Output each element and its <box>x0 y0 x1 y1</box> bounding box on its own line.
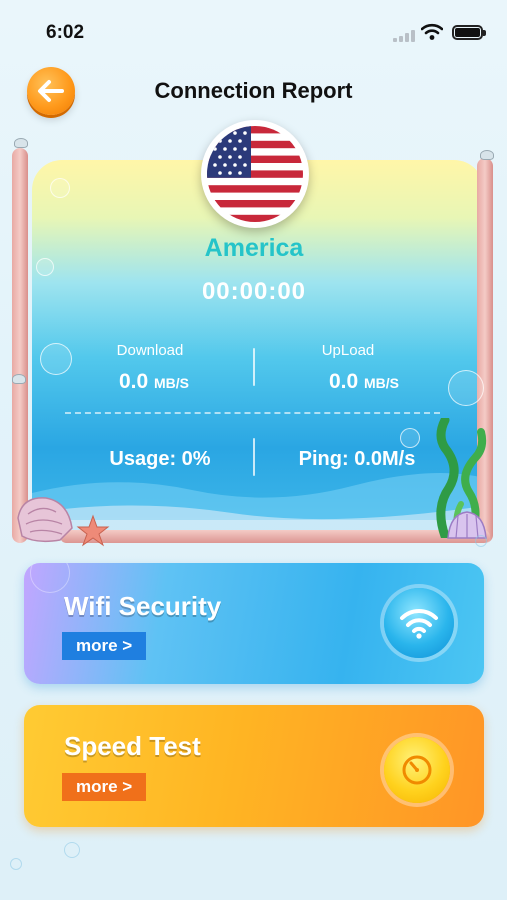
country-flag-badge <box>201 120 309 228</box>
bubble-icon <box>30 563 70 593</box>
wifi-security-card[interactable]: Wifi Security more > <box>24 563 484 684</box>
download-value: 0.0 MB/S <box>74 370 234 394</box>
download-speed: 0.0 <box>118 370 149 393</box>
shell-icon <box>480 150 494 160</box>
page-title: Connection Report <box>154 78 353 103</box>
connection-timer: 00:00:00 <box>201 278 307 305</box>
us-flag-icon <box>207 126 303 222</box>
download-label: Download <box>116 342 184 359</box>
country-name: America <box>204 234 304 262</box>
shell-icon <box>14 138 28 148</box>
conch-shell-icon <box>17 497 73 543</box>
battery-icon <box>452 25 486 40</box>
speed-test-card[interactable]: Speed Test more > <box>24 705 484 827</box>
wifi-status-icon <box>421 23 443 40</box>
upload-label: UpLoad <box>321 342 375 359</box>
bubble-icon <box>50 178 70 198</box>
bubble-icon <box>448 370 484 406</box>
wifi-security-title: Wifi Security <box>64 591 222 621</box>
dashed-divider <box>65 412 440 414</box>
wifi-security-icon-button[interactable] <box>384 588 454 658</box>
cellular-signal-icon <box>393 30 415 42</box>
download-unit: MB/S <box>154 375 190 391</box>
speed-test-more-button[interactable]: more > <box>62 773 147 801</box>
status-bar: 6:02 <box>0 0 507 60</box>
upload-speed: 0.0 <box>328 370 359 393</box>
upload-unit: MB/S <box>364 375 400 391</box>
bubble-icon <box>10 858 22 870</box>
speed-test-icon-button[interactable] <box>384 737 450 803</box>
shell-icon <box>12 374 26 384</box>
ping-text: Ping: 0.0M/s <box>298 448 416 470</box>
divider <box>253 438 255 476</box>
bubble-icon <box>475 535 487 547</box>
speedometer-icon <box>402 755 432 785</box>
connection-report-card: America 00:00:00 Download 0.0 MB/S UpLoa… <box>10 120 498 548</box>
status-time: 6:02 <box>46 22 85 43</box>
divider <box>253 348 255 386</box>
wifi-security-more-button[interactable]: more > <box>62 632 147 660</box>
bubble-icon <box>64 842 80 858</box>
starfish-icon <box>76 514 110 547</box>
usage-text: Usage: 0% <box>109 448 211 470</box>
wifi-icon <box>400 608 438 639</box>
upload-value: 0.0 MB/S <box>284 370 444 394</box>
bubble-icon <box>40 343 72 375</box>
speed-test-title: Speed Test <box>64 731 201 761</box>
frame-post-left <box>12 148 28 543</box>
